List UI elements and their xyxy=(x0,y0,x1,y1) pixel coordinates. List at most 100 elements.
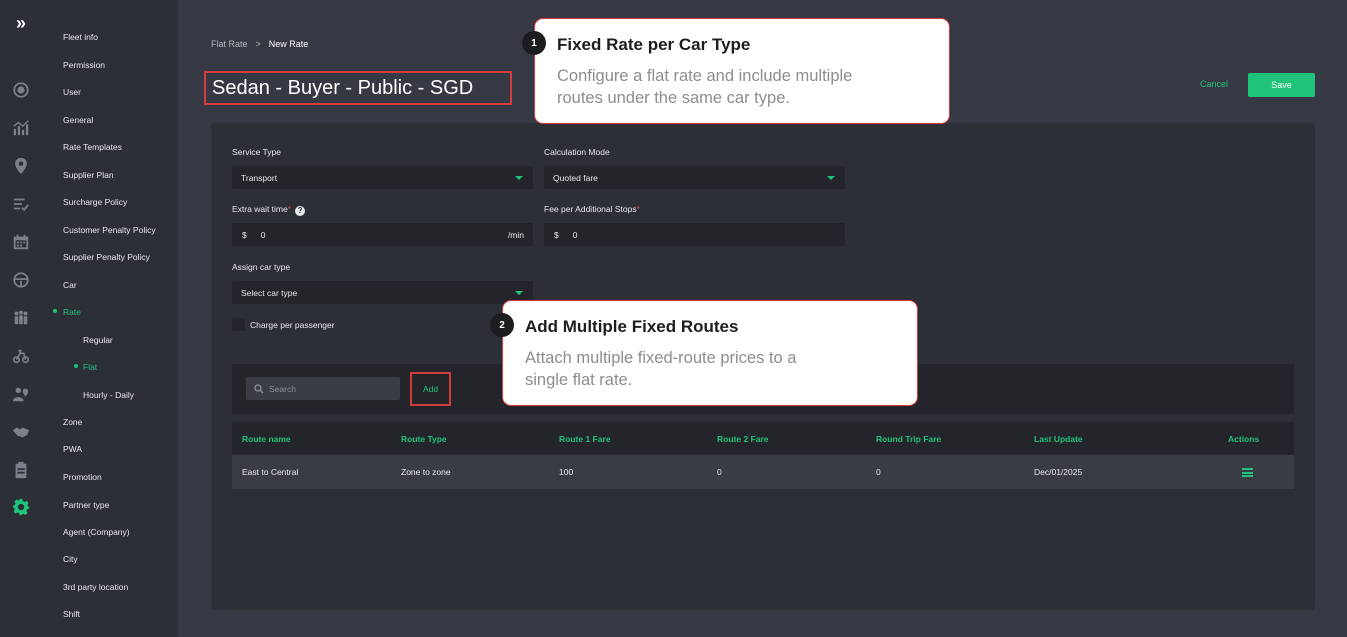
handshake-icon[interactable] xyxy=(11,422,31,442)
fee-additional-stops-label-text: Fee per Additional Stops xyxy=(544,204,637,214)
breadcrumb: Flat Rate > New Rate xyxy=(211,39,308,49)
callout-description-line: Attach multiple fixed-route prices to a xyxy=(525,349,797,367)
nav-item-regular[interactable]: Regular xyxy=(83,335,113,345)
active-dot xyxy=(74,364,78,368)
nav-item-supplier-penalty-policy[interactable]: Supplier Penalty Policy xyxy=(63,252,150,262)
calculation-mode-label: Calculation Mode xyxy=(544,147,610,157)
page-title: Sedan - Buyer - Public - SGD xyxy=(204,71,512,105)
nav-item-pwa[interactable]: PWA xyxy=(63,444,82,454)
settings-gear-icon[interactable] xyxy=(11,497,31,517)
charge-per-passenger-checkbox[interactable] xyxy=(232,318,245,331)
required-marker: * xyxy=(636,204,640,214)
checklist-icon[interactable] xyxy=(11,194,31,214)
target-icon[interactable] xyxy=(11,80,31,100)
calendar-icon[interactable] xyxy=(11,232,31,252)
nav-item-shift[interactable]: Shift xyxy=(63,609,80,619)
callout-description-line: routes under the same car type. xyxy=(557,89,790,107)
table-row[interactable]: East to Central Zone to zone 100 0 0 Dec… xyxy=(232,455,1294,489)
nav-item-customer-penalty-policy[interactable]: Customer Penalty Policy xyxy=(63,225,156,235)
table-cell: Dec/01/2025 xyxy=(1034,467,1083,477)
breadcrumb-parent[interactable]: Flat Rate xyxy=(211,39,248,49)
calculation-mode-select[interactable]: Quoted fare xyxy=(544,166,845,189)
search-icon xyxy=(254,383,264,393)
nav-item-surcharge-policy[interactable]: Surcharge Policy xyxy=(63,197,127,207)
table-cell: 0 xyxy=(717,467,722,477)
nav-item-fleet-info[interactable]: Fleet info xyxy=(63,32,98,42)
assign-car-type-value: Select car type xyxy=(241,287,298,298)
map-pin-icon[interactable] xyxy=(11,156,31,176)
icon-rail: » xyxy=(0,0,42,637)
nav-item-supplier-plan[interactable]: Supplier Plan xyxy=(63,170,114,180)
fee-additional-stops-value: 0 xyxy=(572,229,578,240)
extra-wait-time-label-text: Extra wait time xyxy=(232,204,288,214)
settings-sidebar: Fleet info Permission User General Rate … xyxy=(42,0,178,637)
chevron-down-icon xyxy=(827,176,835,180)
help-icon[interactable]: ? xyxy=(295,206,306,216)
fee-additional-stops-label: Fee per Additional Stops* xyxy=(544,204,640,214)
table-cell: East to Central xyxy=(242,467,299,477)
unit-suffix: /min xyxy=(507,229,524,240)
service-type-value: Transport xyxy=(241,172,278,183)
nav-item-3rd-party-location[interactable]: 3rd party location xyxy=(63,582,128,592)
nav-item-user[interactable]: User xyxy=(63,87,81,97)
nav-item-flat[interactable]: Flat xyxy=(83,362,97,372)
breadcrumb-separator: > xyxy=(255,39,261,49)
service-type-select[interactable]: Transport xyxy=(232,166,533,189)
nav-item-zone[interactable]: Zone xyxy=(63,417,82,427)
add-route-button[interactable]: Add xyxy=(410,372,451,406)
expand-icon[interactable]: » xyxy=(11,13,31,33)
nav-item-car[interactable]: Car xyxy=(63,280,77,290)
clipboard-icon[interactable] xyxy=(11,460,31,480)
column-header[interactable]: Round Trip Fare xyxy=(876,434,941,444)
required-marker: * xyxy=(287,204,292,214)
chevron-down-icon xyxy=(515,176,523,180)
steering-wheel-icon[interactable] xyxy=(11,270,31,290)
column-header[interactable]: Route 1 Fare xyxy=(559,434,611,444)
extra-wait-time-value: 0 xyxy=(260,229,266,240)
active-dot xyxy=(53,309,57,313)
column-header[interactable]: Route Type xyxy=(401,434,447,444)
assign-car-type-label: Assign car type xyxy=(232,262,291,272)
assign-car-type-select[interactable]: Select car type xyxy=(232,281,533,304)
currency-prefix: $ xyxy=(242,229,247,240)
chevron-down-icon xyxy=(515,291,523,295)
column-header[interactable]: Last Update xyxy=(1034,434,1083,444)
nav-item-city[interactable]: City xyxy=(63,554,78,564)
extra-wait-time-input[interactable]: $ 0 /min xyxy=(232,223,533,246)
nav-item-rate-templates[interactable]: Rate Templates xyxy=(63,142,122,152)
service-type-label: Service Type xyxy=(232,147,281,157)
nav-item-rate[interactable]: Rate xyxy=(63,307,81,317)
nav-item-partner-type[interactable]: Partner type xyxy=(63,500,109,510)
column-header: Actions xyxy=(1228,434,1260,444)
callout-fixed-rate: Fixed Rate per Car Type Configure a flat… xyxy=(534,18,950,124)
nav-item-hourly-daily[interactable]: Hourly - Daily xyxy=(83,390,134,400)
search-input[interactable]: Search xyxy=(246,377,400,400)
currency-prefix: $ xyxy=(554,229,559,240)
delivery-icon[interactable] xyxy=(11,346,31,366)
table-header: Route name Route Type Route 1 Fare Route… xyxy=(232,422,1294,455)
table-cell: 100 xyxy=(559,467,574,477)
nav-item-general[interactable]: General xyxy=(63,115,93,125)
search-placeholder: Search xyxy=(269,383,296,394)
nav-item-agent-company[interactable]: Agent (Company) xyxy=(63,527,130,537)
group-icon[interactable] xyxy=(11,308,31,328)
callout-fixed-routes: Add Multiple Fixed Routes Attach multipl… xyxy=(502,300,918,406)
charge-per-passenger-label: Charge per passenger xyxy=(250,320,335,330)
breadcrumb-current: New Rate xyxy=(268,39,309,49)
callout-title: Add Multiple Fixed Routes xyxy=(525,317,739,336)
nav-item-permission[interactable]: Permission xyxy=(63,60,105,70)
step-badge: 2 xyxy=(490,313,514,337)
save-button[interactable]: Save xyxy=(1248,73,1315,97)
fee-additional-stops-input[interactable]: $ 0 xyxy=(544,223,845,246)
extra-wait-time-label: Extra wait time*? xyxy=(232,204,306,216)
users-location-icon[interactable] xyxy=(11,384,31,404)
column-header[interactable]: Route 2 Fare xyxy=(717,434,769,444)
analytics-icon[interactable] xyxy=(11,118,31,138)
cancel-button[interactable]: Cancel xyxy=(1200,79,1228,89)
callout-description-line: single flat rate. xyxy=(525,371,633,389)
column-header[interactable]: Route name xyxy=(242,434,291,444)
callout-title: Fixed Rate per Car Type xyxy=(557,35,751,54)
table-cell: 0 xyxy=(876,467,881,477)
hamburger-menu-icon[interactable] xyxy=(1242,468,1253,477)
nav-item-promotion[interactable]: Promotion xyxy=(63,472,102,482)
